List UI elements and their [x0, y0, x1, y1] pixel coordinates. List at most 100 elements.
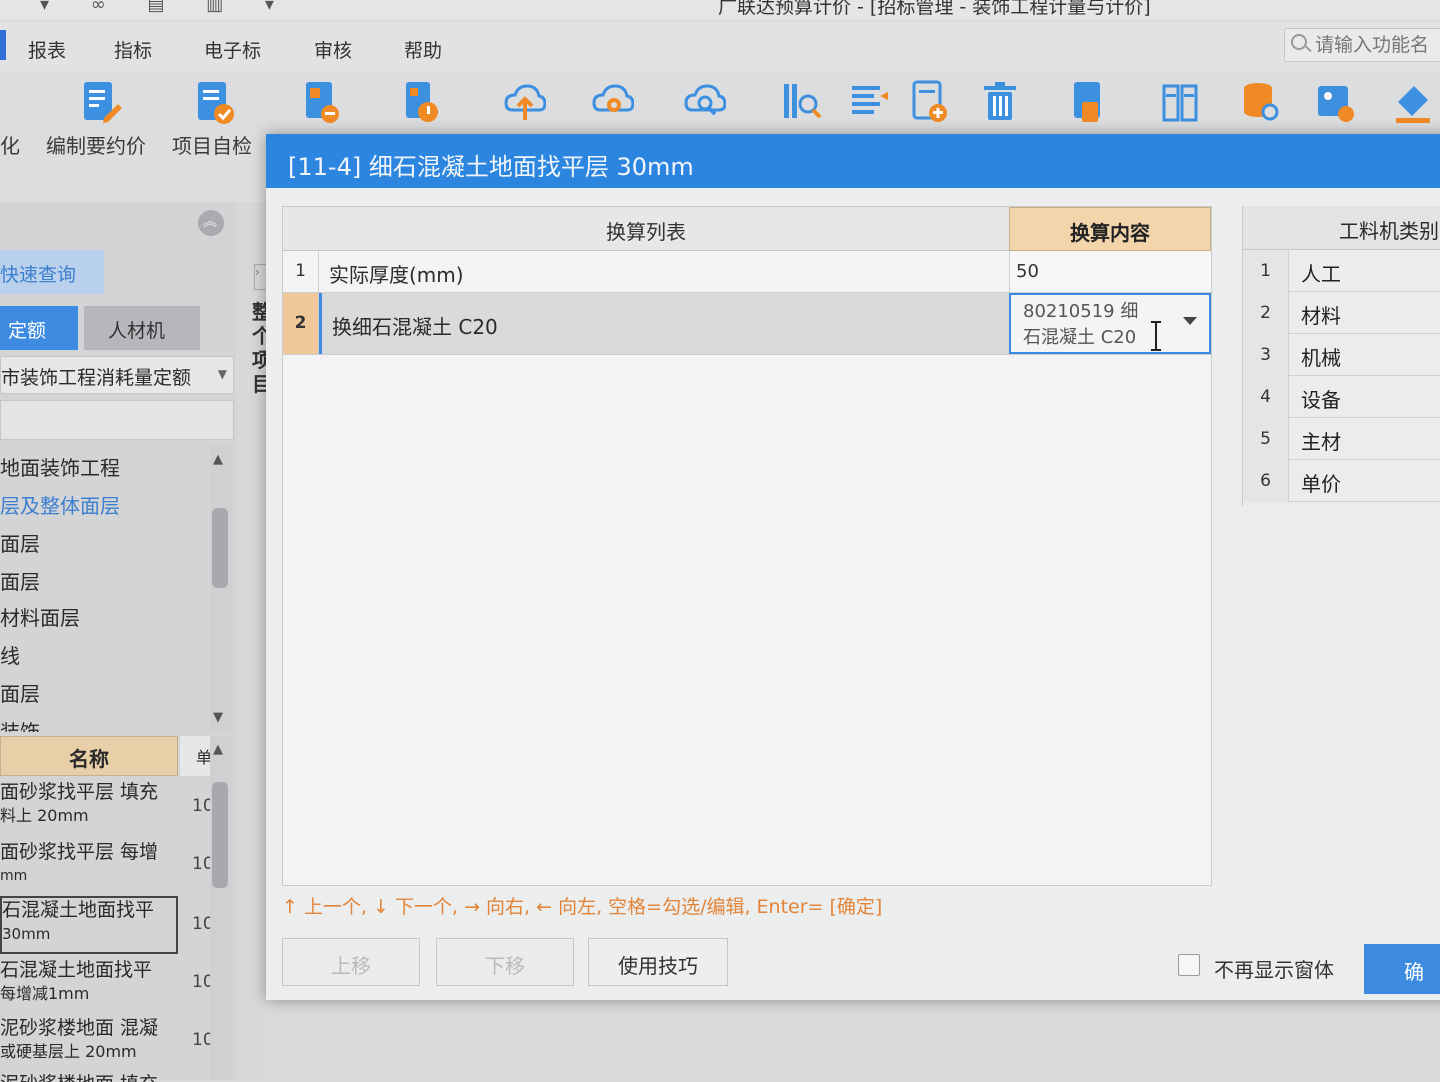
list-header-name[interactable]: 名称 — [0, 736, 178, 776]
list-item-selected[interactable]: 石混凝土地面找平 30mm — [0, 896, 178, 954]
toolbar-button-16[interactable] — [1384, 80, 1440, 140]
toolbar-button-8[interactable] — [772, 80, 832, 140]
move-down-button[interactable]: 下移 — [436, 938, 574, 986]
cloud-upload-icon — [504, 84, 546, 120]
tree-scroll-thumb[interactable] — [212, 508, 228, 588]
category-label: 单价 — [1301, 472, 1341, 496]
list-item-line2: 或硬基层上 20mm — [0, 1042, 137, 1061]
resource-category-table: 工料机类别 1 人工 2 材料 3 机械 4 设备 5 主材 6 单价 — [1242, 206, 1440, 506]
function-search-input[interactable] — [1315, 31, 1440, 59]
no-show-label: 不再显示窗体 — [1214, 958, 1334, 982]
table-row[interactable]: 2 材料 — [1243, 292, 1440, 334]
chevron-down-icon: ▼ — [217, 367, 227, 381]
table-row[interactable]: 1 人工 — [1243, 250, 1440, 292]
dropdown-arrow-icon[interactable] — [1183, 317, 1197, 325]
quota-library-select[interactable]: 市装饰工程消耗量定额 ▼ — [0, 356, 234, 394]
menu-accent — [0, 30, 6, 60]
list-item[interactable]: 面砂浆找平层 每增 mm — [0, 840, 178, 894]
menu-review[interactable]: 审核 — [314, 36, 352, 63]
table-row-selected[interactable]: 2 换细石混凝土 C20 80210519 细 石混凝土 C20 — [283, 293, 1211, 355]
row-number: 2 — [1243, 292, 1289, 334]
confirm-button[interactable]: 确 — [1364, 944, 1440, 994]
tree-item[interactable]: 面层 — [0, 528, 40, 557]
keyboard-hint: ↑ 上一个, ↓ 下一个, → 向右, ← 向左, 空格=勾选/编辑, Ente… — [282, 896, 883, 918]
paint-bucket-icon — [1396, 86, 1430, 123]
tree-item[interactable]: 面层 — [0, 566, 40, 595]
move-up-button[interactable]: 上移 — [282, 938, 420, 986]
tab-quota[interactable]: 定额 — [0, 306, 78, 350]
text-cursor-icon — [1151, 321, 1165, 351]
list-item[interactable]: 泥砂浆楼地面 混凝 或硬基层上 20mm — [0, 1016, 178, 1070]
toolbar-button-3[interactable] — [292, 80, 352, 140]
list-item[interactable]: 面砂浆找平层 填充 料上 20mm — [0, 780, 178, 834]
menu-e-bid[interactable]: 电子标 — [204, 36, 261, 63]
toolbar-button-5[interactable] — [496, 80, 556, 140]
scroll-down-icon[interactable]: ▼ — [213, 710, 223, 725]
list-header-unit[interactable]: 单 — [180, 736, 210, 776]
tab-materials[interactable]: 人材机 — [84, 306, 200, 350]
tree-item[interactable]: 装饰 — [0, 716, 40, 732]
usage-tips-button[interactable]: 使用技巧 — [588, 938, 728, 986]
scroll-up-icon[interactable]: ▲ — [213, 452, 223, 467]
scroll-up-icon[interactable]: ▲ — [213, 742, 223, 757]
list-item-line2: 30mm — [2, 925, 51, 943]
edit-offer-price-label: 编制要约价 — [46, 134, 146, 158]
toolbar-button-11[interactable] — [972, 80, 1032, 140]
no-show-checkbox[interactable] — [1178, 954, 1200, 976]
tree-item[interactable]: 面层 — [0, 678, 40, 707]
check-doc-icon — [198, 82, 234, 124]
category-label: 主材 — [1301, 430, 1341, 454]
tree-item[interactable]: 地面装饰工程 — [0, 452, 120, 481]
toolbar-button-4[interactable] — [392, 80, 452, 140]
insert-rows-icon — [852, 86, 888, 114]
doc-clock-icon — [406, 82, 438, 122]
list-item-line1: 石混凝土地面找平 — [0, 959, 153, 981]
tree-item-selected[interactable]: 层及整体面层 — [0, 490, 120, 519]
list-item[interactable]: 石混凝土地面找平 每增减1mm — [0, 958, 178, 1012]
menu-report[interactable]: 报表 — [28, 36, 66, 63]
category-label: 机械 — [1301, 346, 1341, 370]
toolbar-button-7[interactable] — [676, 80, 736, 140]
menu-index[interactable]: 指标 — [114, 36, 152, 63]
doc-stack-icon — [1074, 82, 1100, 122]
conversion-table: 换算列表 换算内容 1 实际厚度(mm) 50 2 换细石混凝土 C20 802… — [282, 206, 1212, 886]
menu-help[interactable]: 帮助 — [404, 36, 442, 63]
database-search-icon — [1244, 83, 1279, 121]
list-item-line2: 料上 20mm — [0, 806, 89, 825]
header-conversion-content: 换算内容 — [1009, 207, 1211, 251]
list-item-line2: 每增减1mm — [0, 984, 90, 1003]
list-item-line1: 面砂浆找平层 填充 — [0, 781, 159, 803]
table-row[interactable]: 1 实际厚度(mm) 50 — [283, 251, 1211, 293]
toolbar-button-9[interactable] — [840, 80, 900, 140]
tree-item[interactable]: 材料面层 — [0, 602, 80, 631]
tree-scrollbar[interactable] — [210, 446, 232, 732]
tree-item[interactable]: 线 — [0, 640, 20, 669]
window-title: 广联达预算计价 - [招标管理 - 装饰工程计量与计价] — [718, 0, 1151, 18]
toolbar-button-15[interactable] — [1306, 80, 1366, 140]
table-columns-icon — [1162, 84, 1198, 122]
collapse-icon[interactable] — [198, 210, 224, 236]
table-row[interactable]: 3 机械 — [1243, 334, 1440, 376]
toolbar-button-12[interactable] — [1060, 80, 1120, 140]
thickness-value-cell[interactable]: 50 — [1009, 251, 1211, 292]
table-row[interactable]: 5 主材 — [1243, 418, 1440, 460]
quick-access-icons[interactable]: ▾ ∞ ▤ ▥ ▾ — [40, 0, 292, 15]
list-scroll-thumb[interactable] — [212, 782, 228, 888]
function-search[interactable] — [1284, 28, 1440, 62]
quick-query-tab[interactable]: 快速查询 — [0, 250, 104, 294]
project-self-check-label: 项目自检 — [172, 134, 252, 158]
toolbar-button-14[interactable] — [1232, 80, 1292, 140]
left-search-input[interactable] — [0, 400, 234, 440]
toolbar-button-10[interactable] — [900, 80, 960, 140]
table-row[interactable]: 4 设备 — [1243, 376, 1440, 418]
category-label: 设备 — [1301, 388, 1341, 412]
table-row[interactable]: 6 单价 — [1243, 460, 1440, 502]
concrete-select-cell[interactable]: 80210519 细 石混凝土 C20 — [1009, 293, 1211, 354]
toolbar-button-13[interactable] — [1152, 80, 1212, 140]
toolbar-button-6[interactable] — [584, 80, 644, 140]
row-number: 4 — [1243, 376, 1289, 418]
middle-strip: › 整个项目 — [236, 202, 272, 1080]
row-number: 1 — [1243, 250, 1289, 292]
list-item[interactable]: 泥砂浆楼地面 填充 — [0, 1072, 178, 1082]
header-conversion-list-label: 换算列表 — [606, 220, 686, 244]
